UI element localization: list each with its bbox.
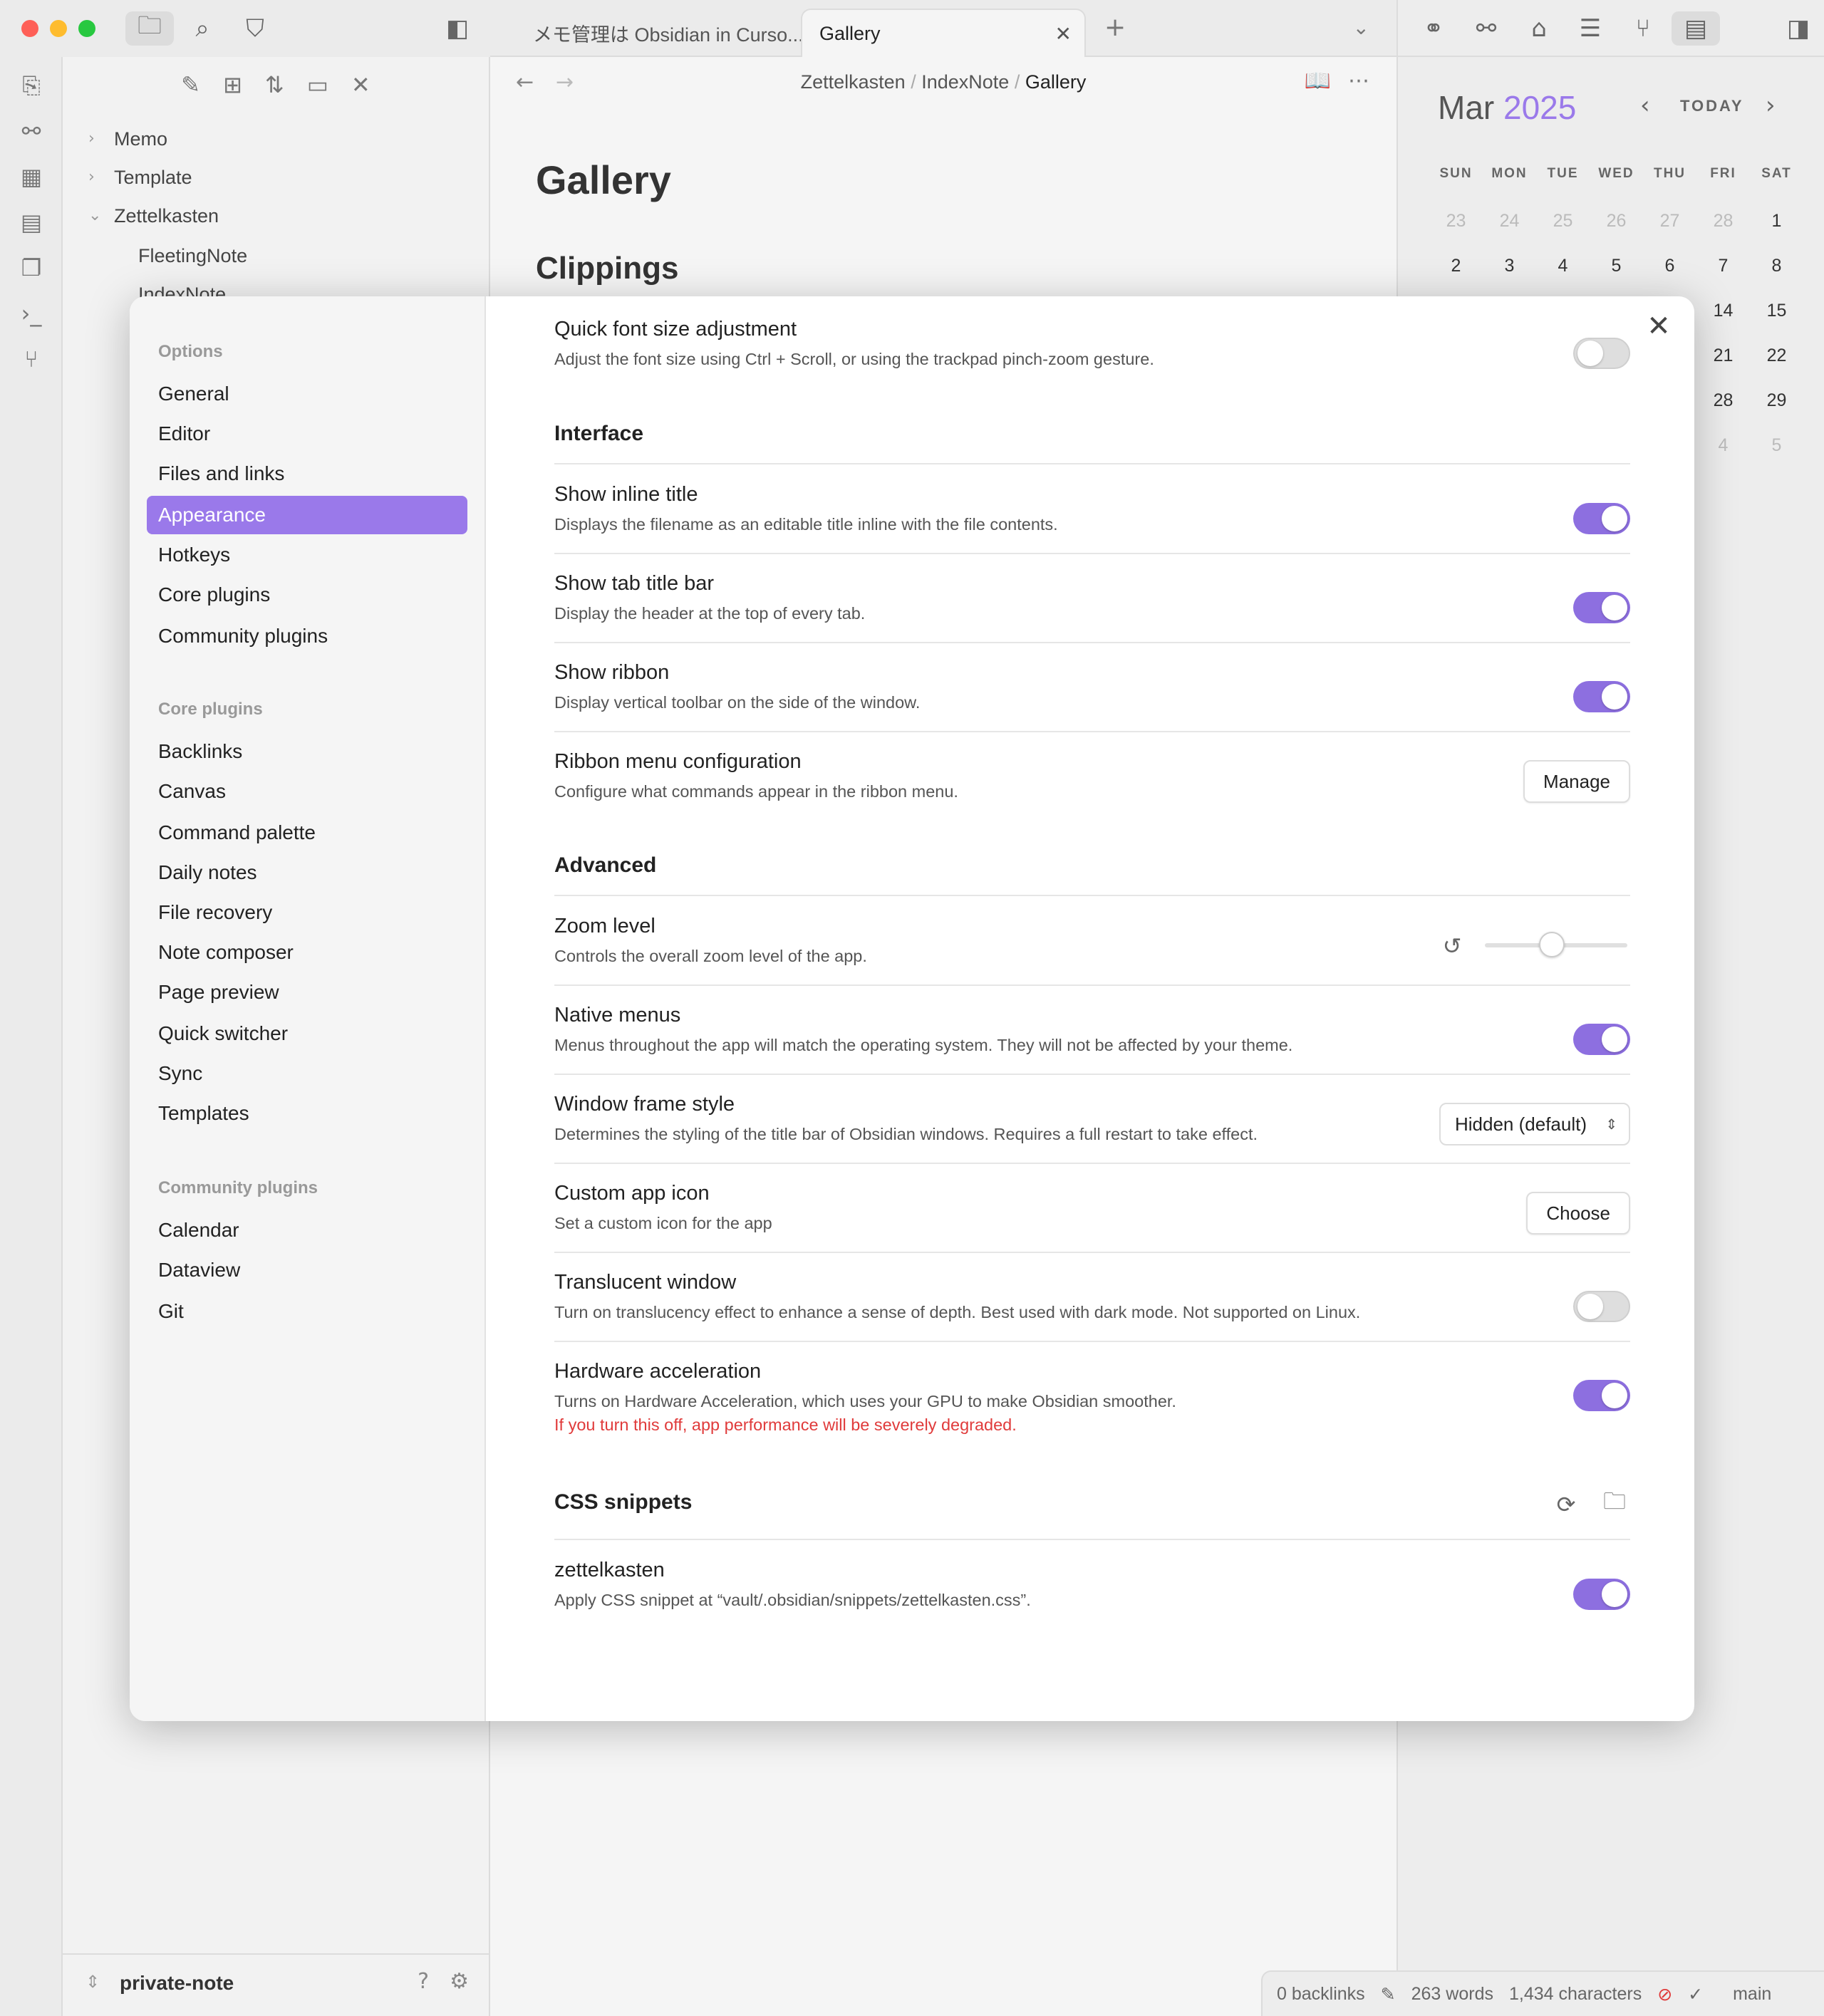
community-plugins-header: Community plugins [158,1178,318,1197]
frame-style-select[interactable]: Hidden (default) ⇕ [1439,1103,1630,1145]
setting-desc: Configure what commands appear in the ri… [554,782,958,801]
close-icon[interactable]: ✕ [1639,306,1679,346]
reload-snippets-icon[interactable]: ⟳ [1550,1489,1582,1520]
setting-translucent: Translucent window Turn on translucency … [554,1271,1630,1322]
choose-button[interactable]: Choose [1526,1192,1630,1235]
setting-desc: Displays the filename as an editable tit… [554,515,1058,534]
setting-desc: Menus throughout the app will match the … [554,1036,1293,1054]
setting-ribbon-config: Ribbon menu configuration Configure what… [554,750,1630,803]
setting-warning: If you turn this off, app performance wi… [554,1415,1017,1434]
setting-name: Show inline title [554,483,698,506]
nav-hotkeys[interactable]: Hotkeys [147,536,467,574]
setting-quick-font: Quick font size adjustment Adjust the fo… [554,318,1630,369]
nav-appearance[interactable]: Appearance [147,496,467,534]
setting-desc: Display the header at the top of every t… [554,604,866,623]
nav-dataview[interactable]: Dataview [147,1251,467,1289]
settings-modal: Options General Editor Files and links A… [130,296,1694,1721]
translucent-toggle[interactable] [1573,1291,1630,1322]
setting-name: Translucent window [554,1271,737,1294]
quick-font-toggle[interactable] [1573,338,1630,369]
nav-file-recovery[interactable]: File recovery [147,893,467,932]
zoom-slider[interactable] [1485,932,1627,957]
setting-zoom: Zoom level Controls the overall zoom lev… [554,915,1630,966]
options-header: Options [158,342,223,361]
section-interface: Interface [554,422,644,445]
section-advanced: Advanced [554,853,657,877]
setting-tab-title-bar: Show tab title bar Display the header at… [554,572,1630,623]
setting-desc: Apply CSS snippet at “vault/.obsidian/sn… [554,1591,1031,1609]
frame-style-value: Hidden (default) [1455,1113,1587,1135]
nav-core-plugins[interactable]: Core plugins [147,576,467,614]
setting-name: zettelkasten [554,1559,665,1581]
setting-desc: Turn on translucency effect to enhance a… [554,1303,1361,1321]
setting-name: Show ribbon [554,661,670,684]
settings-sidebar: Options General Editor Files and links A… [130,296,486,1721]
nav-editor[interactable]: Editor [147,415,467,453]
setting-name: Zoom level [554,915,656,937]
setting-name: Hardware acceleration [554,1360,762,1383]
snippet-toggle[interactable] [1573,1579,1630,1610]
setting-desc: Set a custom icon for the app [554,1214,772,1232]
hw-accel-toggle[interactable] [1573,1380,1630,1411]
setting-snippet-zettelkasten: zettelkasten Apply CSS snippet at “vault… [554,1559,1630,1610]
reset-zoom-icon[interactable]: ↺ [1436,930,1468,962]
setting-hw-accel: Hardware acceleration Turns on Hardware … [554,1360,1630,1435]
setting-ribbon: Show ribbon Display vertical toolbar on … [554,661,1630,712]
nav-page-preview[interactable]: Page preview [147,973,467,1012]
setting-inline-title: Show inline title Displays the filename … [554,483,1630,534]
inline-title-toggle[interactable] [1573,503,1630,534]
nav-files-and-links[interactable]: Files and links [147,454,467,493]
setting-name: Custom app icon [554,1182,710,1205]
tab-title-bar-toggle[interactable] [1573,592,1630,623]
setting-native-menus: Native menus Menus throughout the app wi… [554,1004,1630,1055]
setting-desc: Controls the overall zoom level of the a… [554,947,867,965]
setting-desc: Display vertical toolbar on the side of … [554,693,921,712]
nav-canvas[interactable]: Canvas [147,772,467,811]
setting-frame-style: Window frame style Determines the stylin… [554,1093,1630,1145]
setting-desc: Adjust the font size using Ctrl + Scroll… [554,350,1154,368]
core-plugins-header: Core plugins [158,700,263,719]
manage-button[interactable]: Manage [1523,760,1630,803]
nav-git[interactable]: Git [147,1292,467,1331]
nav-daily-notes[interactable]: Daily notes [147,853,467,892]
settings-content: Quick font size adjustment Adjust the fo… [554,296,1630,1721]
nav-templates[interactable]: Templates [147,1094,467,1133]
nav-command-palette[interactable]: Command palette [147,814,467,852]
section-css-snippets: CSS snippets [554,1490,693,1514]
nav-backlinks[interactable]: Backlinks [147,732,467,771]
nav-community-plugins[interactable]: Community plugins [147,617,467,655]
ribbon-toggle[interactable] [1573,681,1630,712]
setting-name: Quick font size adjustment [554,318,797,341]
nav-general[interactable]: General [147,375,467,413]
nav-note-composer[interactable]: Note composer [147,933,467,972]
setting-name: Show tab title bar [554,572,715,595]
setting-name: Ribbon menu configuration [554,750,802,773]
nav-sync[interactable]: Sync [147,1054,467,1093]
zoom-slider-thumb[interactable] [1539,932,1565,957]
chevron-updown-icon: ⇕ [1605,1116,1617,1133]
setting-name: Native menus [554,1004,681,1027]
open-folder-icon[interactable]: 🗀 [1599,1487,1630,1520]
native-menus-toggle[interactable] [1573,1024,1630,1055]
nav-quick-switcher[interactable]: Quick switcher [147,1014,467,1053]
setting-app-icon: Custom app icon Set a custom icon for th… [554,1182,1630,1235]
setting-desc: Turns on Hardware Acceleration, which us… [554,1392,1176,1410]
nav-calendar[interactable]: Calendar [147,1211,467,1249]
modal-overlay: Options General Editor Files and links A… [0,0,1824,2016]
